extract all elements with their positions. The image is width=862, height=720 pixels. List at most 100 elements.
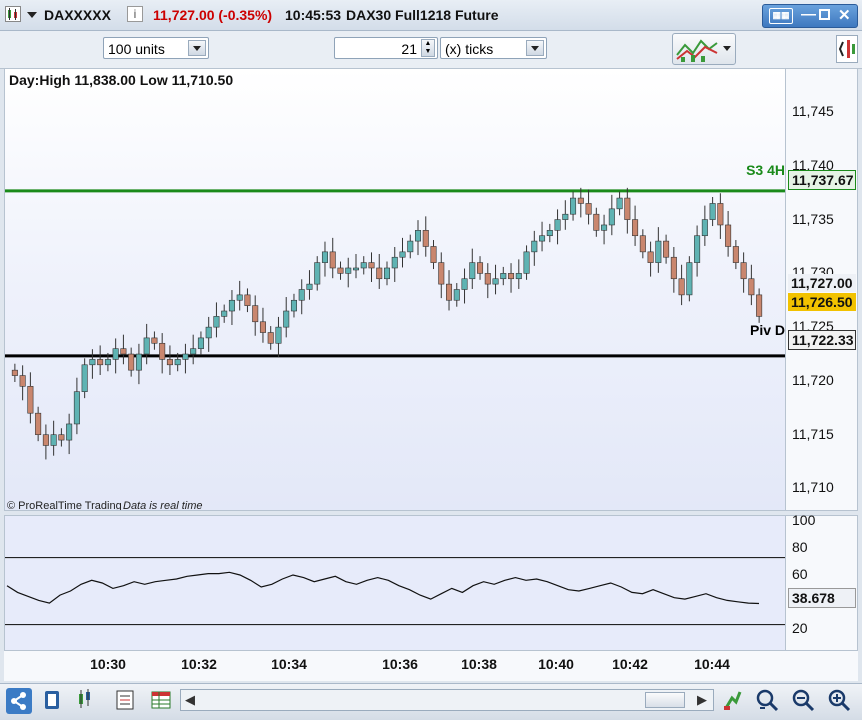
candle[interactable] xyxy=(554,219,561,231)
ticks-count-value[interactable]: 21 xyxy=(401,41,417,57)
candle[interactable] xyxy=(585,203,592,215)
candle[interactable] xyxy=(298,289,305,301)
scroll-left-button[interactable]: ◀ xyxy=(185,692,195,708)
candle[interactable] xyxy=(267,332,274,344)
candle[interactable] xyxy=(213,316,220,328)
candle[interactable] xyxy=(577,197,584,204)
maximize-icon[interactable] xyxy=(819,9,830,20)
candle[interactable] xyxy=(663,240,670,258)
candle[interactable] xyxy=(221,310,228,317)
candle[interactable] xyxy=(670,256,677,280)
ticks-unit-select[interactable]: (x) ticks xyxy=(440,37,547,59)
chevron-down-icon[interactable] xyxy=(526,40,544,56)
candle[interactable] xyxy=(655,240,662,263)
candle[interactable] xyxy=(337,267,344,274)
candle[interactable] xyxy=(306,283,313,290)
candle[interactable] xyxy=(352,267,360,271)
chevron-down-icon[interactable] xyxy=(188,40,206,56)
candle[interactable] xyxy=(50,434,57,446)
candle[interactable] xyxy=(461,278,468,290)
report-icon[interactable] xyxy=(112,688,138,714)
zoom-fit-icon[interactable] xyxy=(754,688,780,714)
candle[interactable] xyxy=(407,240,414,253)
candle[interactable] xyxy=(531,240,538,253)
candlestick-app-icon[interactable] xyxy=(5,6,21,22)
candle[interactable] xyxy=(314,262,321,285)
candle[interactable] xyxy=(376,267,383,280)
scroll-chart-icon[interactable] xyxy=(836,35,858,63)
candle[interactable] xyxy=(383,267,391,280)
candle[interactable] xyxy=(717,203,724,226)
keyboard-icon[interactable]: ▦▦ xyxy=(769,8,793,24)
indicators-button[interactable] xyxy=(672,33,736,65)
candle[interactable] xyxy=(35,412,42,436)
candle[interactable] xyxy=(608,208,615,226)
candle[interactable] xyxy=(120,348,127,355)
candle[interactable] xyxy=(391,256,398,269)
candle[interactable] xyxy=(725,224,732,247)
candle[interactable] xyxy=(601,224,608,231)
table-icon[interactable] xyxy=(148,688,174,714)
symbol-label[interactable]: DAXXXXX xyxy=(44,7,111,23)
candle[interactable] xyxy=(360,262,367,269)
candle[interactable] xyxy=(27,386,34,414)
candle[interactable] xyxy=(562,213,569,220)
candle[interactable] xyxy=(205,326,212,339)
candle[interactable] xyxy=(166,359,173,366)
candle[interactable] xyxy=(546,230,553,237)
candle[interactable] xyxy=(236,294,243,301)
rsi-line[interactable] xyxy=(6,571,760,605)
candle[interactable] xyxy=(244,294,251,306)
rsi-indicator-panel[interactable] xyxy=(4,515,786,651)
candle[interactable] xyxy=(151,337,158,344)
candle[interactable] xyxy=(345,267,352,274)
candle[interactable] xyxy=(159,342,166,360)
scroll-right-button[interactable]: ▶ xyxy=(697,692,707,708)
candle[interactable] xyxy=(228,299,235,312)
info-icon[interactable]: i xyxy=(127,6,143,22)
scroll-thumb[interactable] xyxy=(645,692,685,708)
candle[interactable] xyxy=(469,262,476,280)
candle[interactable] xyxy=(321,251,328,263)
candle[interactable] xyxy=(686,262,693,296)
candle[interactable] xyxy=(89,359,96,366)
ticks-count-stepper[interactable]: 21 ▲ ▼ xyxy=(334,37,438,59)
price-chart[interactable]: Day:High 11,838.00 Low 11,710.50 S3 4H P… xyxy=(4,68,786,511)
candle[interactable] xyxy=(290,299,297,312)
candle[interactable] xyxy=(539,235,546,242)
candle[interactable] xyxy=(624,197,631,220)
candlestick-icon[interactable] xyxy=(74,688,100,714)
candle[interactable] xyxy=(19,375,26,387)
candle[interactable] xyxy=(252,305,259,323)
candle[interactable] xyxy=(97,359,104,366)
candle[interactable] xyxy=(128,353,135,371)
candle[interactable] xyxy=(283,310,290,328)
price-axis[interactable]: 11,710 11,715 11,720 11,725 11,730 11,735 11,7… xyxy=(786,68,858,511)
candle[interactable] xyxy=(740,262,747,280)
candle[interactable] xyxy=(570,197,577,215)
candle[interactable] xyxy=(66,423,73,441)
candle[interactable] xyxy=(58,434,65,441)
candle[interactable] xyxy=(259,321,266,333)
chevron-down-icon[interactable] xyxy=(27,12,37,18)
candle[interactable] xyxy=(81,364,88,392)
horizontal-scrollbar[interactable]: ◀ ▶ xyxy=(180,689,714,711)
candle[interactable] xyxy=(593,213,600,231)
candle[interactable] xyxy=(701,219,708,237)
candle[interactable] xyxy=(430,246,437,263)
zoom-out-icon[interactable] xyxy=(790,688,816,714)
candle[interactable] xyxy=(484,273,491,285)
candle[interactable] xyxy=(477,262,484,274)
candle[interactable] xyxy=(11,369,18,376)
candle[interactable] xyxy=(756,294,763,317)
chevron-down-icon[interactable] xyxy=(723,46,731,51)
candle[interactable] xyxy=(508,273,515,280)
candle[interactable] xyxy=(399,251,406,258)
zoom-in-icon[interactable] xyxy=(826,688,852,714)
candle[interactable] xyxy=(422,230,429,247)
candle[interactable] xyxy=(639,235,646,253)
candle[interactable] xyxy=(616,197,623,210)
candle[interactable] xyxy=(438,262,445,285)
candle[interactable] xyxy=(174,359,181,366)
candle[interactable] xyxy=(143,337,150,355)
